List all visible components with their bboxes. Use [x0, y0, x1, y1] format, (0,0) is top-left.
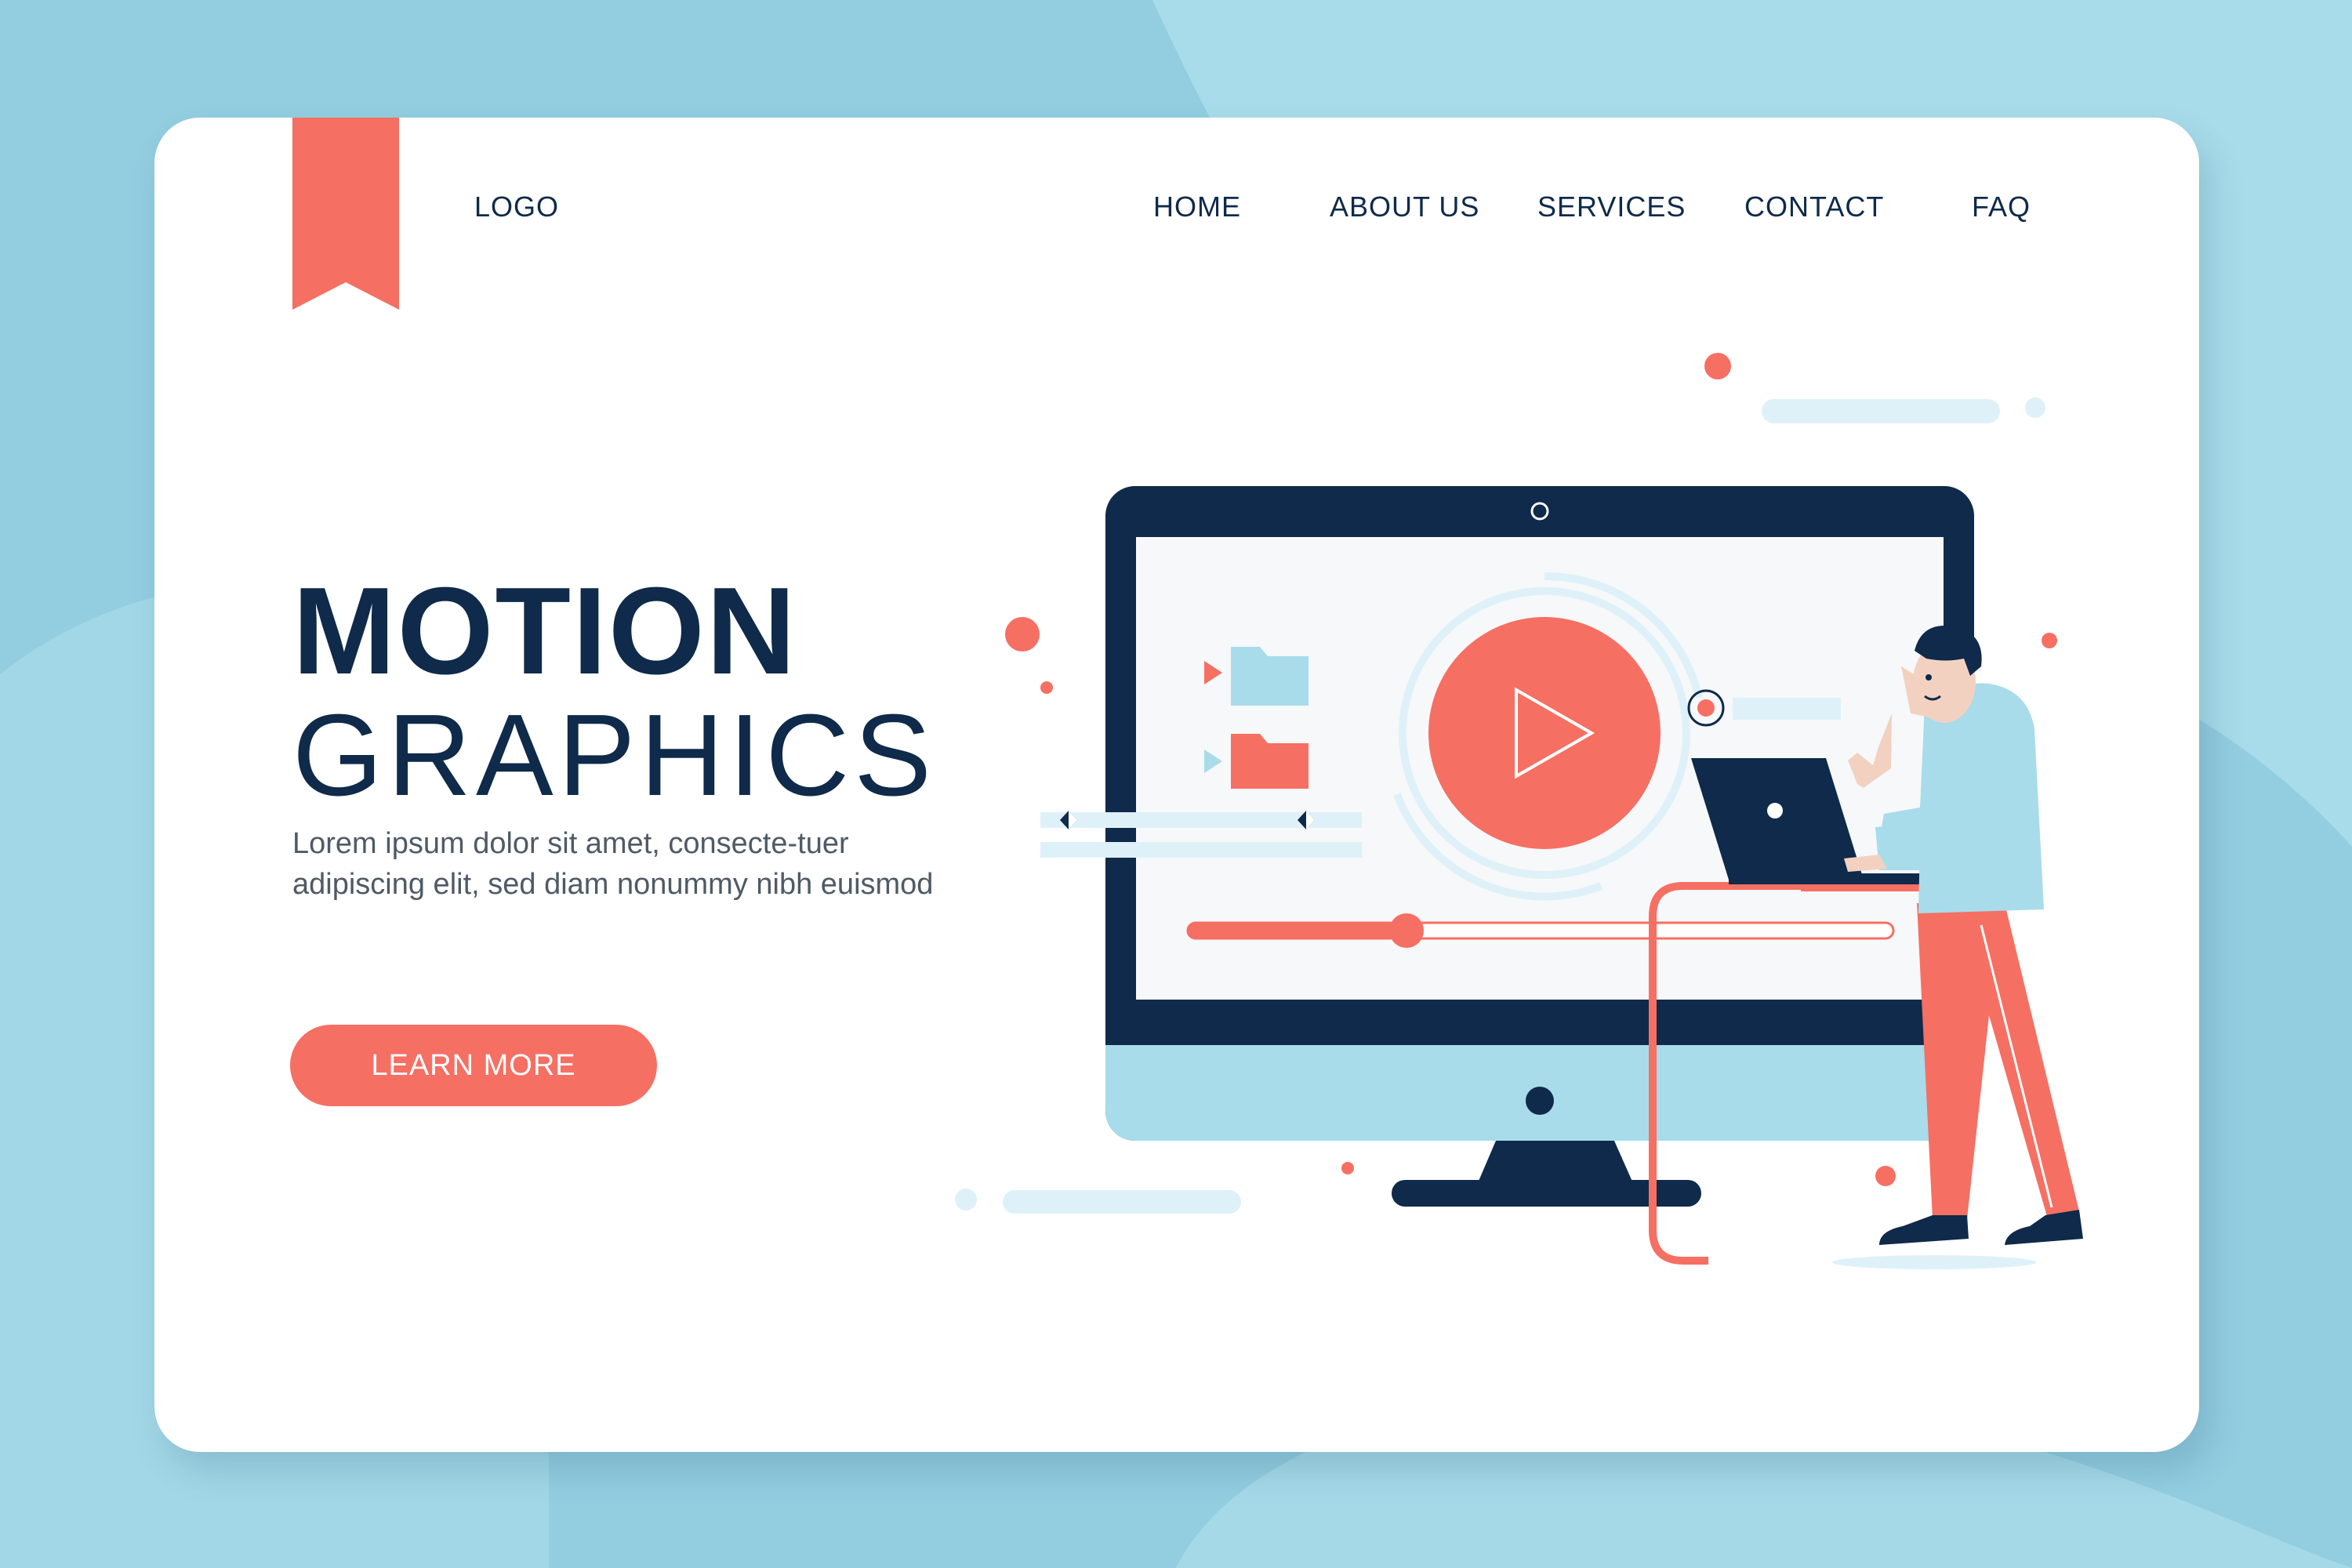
motion-graphics-illustration [955, 353, 2083, 1269]
play-button [1428, 617, 1661, 849]
landing-card: LOGO HOME ABOUT US SERVICES CONTACT FAQ … [154, 118, 2199, 1452]
progress-fill [1188, 923, 1406, 938]
monitor-button-icon [1526, 1087, 1554, 1115]
progress-thumb[interactable] [1389, 913, 1424, 948]
